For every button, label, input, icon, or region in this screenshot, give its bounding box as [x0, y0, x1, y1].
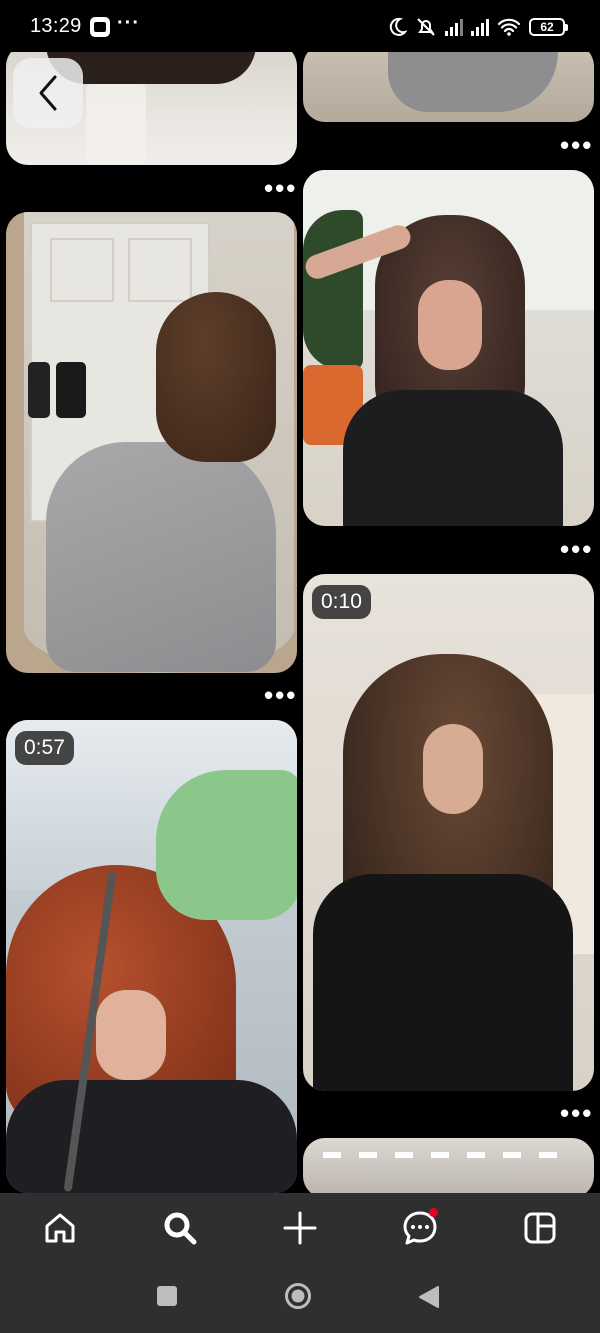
triangle-back-icon	[419, 1286, 439, 1308]
nav-home[interactable]	[30, 1198, 90, 1258]
pin-card-6[interactable]: 0:57	[6, 720, 297, 1193]
battery-level: 62	[529, 18, 565, 36]
home-icon	[45, 1213, 75, 1243]
pin-5-more-button[interactable]: •••	[560, 1100, 593, 1126]
signal-icon-2	[471, 18, 489, 36]
chevron-left-icon	[39, 75, 57, 111]
bell-muted-icon	[417, 18, 435, 36]
plus-icon	[283, 1211, 317, 1245]
pin-card-7[interactable]	[303, 1138, 594, 1193]
pin-card-5[interactable]: 0:10	[303, 574, 594, 1091]
nav-messages[interactable]	[390, 1198, 450, 1258]
pin-4-more-button[interactable]: •••	[560, 536, 593, 562]
system-back-button[interactable]	[418, 1285, 440, 1314]
app-notification-icon	[90, 17, 110, 37]
pin-card-2[interactable]	[303, 52, 594, 122]
video-duration-badge: 0:10	[312, 585, 371, 619]
signal-icon	[445, 18, 463, 36]
boards-icon	[524, 1212, 556, 1244]
back-button[interactable]	[13, 58, 83, 128]
status-icons: 62	[387, 16, 568, 38]
nav-search[interactable]	[150, 1198, 210, 1258]
recents-button[interactable]	[156, 1285, 178, 1312]
circle-home-icon	[285, 1283, 311, 1309]
notification-dot	[429, 1208, 438, 1217]
system-home-button[interactable]	[284, 1282, 312, 1315]
pin-feed[interactable]: ••• ••• ••• ••• 0:10 ••• 0:57	[0, 52, 600, 1193]
pin-card-4[interactable]	[303, 170, 594, 526]
wifi-icon	[497, 18, 521, 36]
video-duration-badge: 0:57	[15, 731, 74, 765]
pin-2-more-button[interactable]: •••	[560, 132, 593, 158]
pin-1-more-button[interactable]: •••	[264, 175, 297, 201]
system-navigation	[0, 1263, 600, 1333]
pin-card-3[interactable]	[6, 212, 297, 673]
status-bar: 13:29 ··· 62	[0, 0, 600, 52]
square-icon	[157, 1286, 177, 1306]
nav-create[interactable]	[270, 1198, 330, 1258]
pin-3-more-button[interactable]: •••	[264, 682, 297, 708]
status-overflow-icon: ···	[117, 12, 140, 34]
nav-profile[interactable]	[510, 1198, 570, 1258]
status-time: 13:29	[30, 15, 82, 37]
battery-icon: 62	[529, 18, 568, 36]
search-icon	[164, 1212, 197, 1245]
bottom-navigation	[0, 1193, 600, 1263]
do-not-disturb-icon	[389, 17, 407, 36]
